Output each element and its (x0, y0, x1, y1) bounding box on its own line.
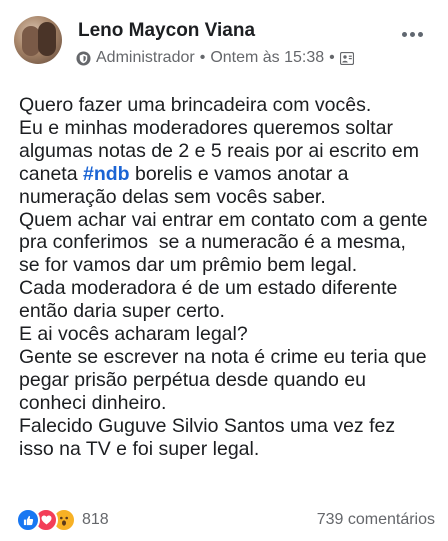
post-line: então daria super certo. (19, 300, 225, 323)
group-audience-icon (339, 51, 354, 65)
post-line: E ai vocês acharam legal? (19, 323, 248, 346)
author-role[interactable]: Administrador (96, 49, 195, 67)
meta-separator: • (329, 49, 335, 66)
post-timestamp[interactable]: Ontem às 15:38 (210, 49, 324, 67)
post-line: algumas notas de 2 e 5 reais por ai escr… (19, 139, 419, 162)
post-body: Quero fazer uma brincadeira com vocês. E… (19, 94, 439, 461)
post-line: isso na TV e foi super legal. (19, 437, 260, 460)
avatar[interactable] (14, 16, 62, 64)
hashtag-link[interactable]: #ndb (83, 163, 130, 185)
post-line: caneta #ndb borelis e vamos anotar a (19, 162, 349, 185)
post-line: conheci dinheiro. (19, 391, 167, 414)
author-name[interactable]: Leno Maycon Viana (78, 20, 255, 42)
post-line: Cada moderadora é de um estado diferente (19, 277, 398, 300)
reaction-count: 818 (82, 511, 109, 528)
admin-badge-icon (76, 50, 91, 66)
post-line: Quero fazer uma brincadeira com vocês. (19, 94, 372, 116)
post-line: numeração delas sem vocês saber. (19, 185, 326, 208)
post-line: Falecido Guguve Silvio Santos uma vez fe… (19, 414, 396, 437)
post-line: se for vamos dar um prêmio bem legal. (19, 254, 358, 277)
post-line: Quem achar vai entrar em contato com a g… (19, 208, 428, 231)
post-header: Leno Maycon Viana Administrador • Ontem … (0, 0, 448, 80)
meta-separator: • (199, 49, 206, 66)
like-reaction-icon (16, 508, 40, 532)
post-line: Gente se escrever na nota é crime eu ter… (19, 345, 427, 368)
post-meta: Administrador • Ontem às 15:38 • (76, 49, 354, 67)
comments-count-link[interactable]: 739 comentários (317, 511, 435, 529)
reactions-summary[interactable]: 818 (16, 508, 109, 532)
post-line: pegar prisão perpétua desde quando eu (19, 368, 366, 391)
post-footer: 818 739 comentários (0, 500, 448, 541)
post-line: Eu e minhas moderadores queremos soltar (19, 116, 393, 139)
post-line: pra conferimos se a numeracão é a mesma, (19, 231, 406, 254)
more-options-icon[interactable] (402, 24, 428, 37)
